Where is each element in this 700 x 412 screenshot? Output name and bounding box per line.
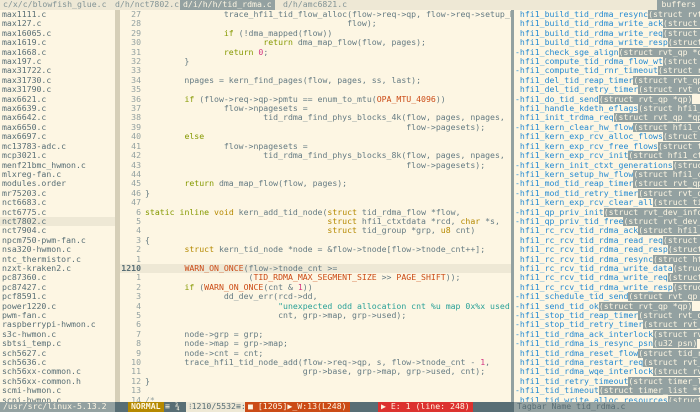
tag-entry[interactable]: -hfi1_kern_setup_hw_flow(struct hfi1_ct bbox=[514, 169, 700, 179]
tag-entry[interactable]: hfi1_rc_rcv_tid_rdma_read_resp(struct hf bbox=[514, 245, 700, 255]
code-line[interactable]: 43 flow->pagesets); bbox=[120, 159, 511, 170]
code-editor[interactable]: 27 trace_hfi1_tid_flow_alloc(flow->req->… bbox=[120, 10, 511, 402]
code-text: flow->pagesets); bbox=[145, 159, 486, 170]
line-number: 8 bbox=[136, 338, 141, 349]
tag-entry[interactable]: hfi1_compute_tid_rdma_flow_wt(struct rvt bbox=[514, 57, 700, 67]
tag-entry[interactable]: -hfi1_qp_priv_tid_free(struct rvt_dev_i bbox=[514, 216, 700, 226]
tag-entry[interactable]: -hfi1_kern_clear_hw_flow(struct hfi1_ct bbox=[514, 122, 700, 132]
tagbar-panel[interactable]: hfi1_build_tid_rdma_resync(struct rvt_qp… bbox=[514, 10, 700, 402]
tag-entry[interactable]: -hfi1_tid_rdma_ack_interlock(struct rvt_… bbox=[514, 329, 700, 339]
tag-entry[interactable]: hfi1_kern_exp_rcv_clear_all(struct tid_r bbox=[514, 198, 700, 208]
tag-entry[interactable]: hfi1_build_tid_rdma_write_ack(struct rvt… bbox=[514, 19, 700, 29]
code-line[interactable]: 5 cnt, grp->map, grp->used); bbox=[120, 310, 511, 320]
code-line[interactable]: 12} bbox=[120, 375, 511, 386]
code-text: npages = kern_find_pages(flow, pages, ss… bbox=[145, 74, 422, 85]
code-text: } bbox=[145, 375, 150, 386]
code-line[interactable]: 34 npages = kern_find_pages(flow, pages,… bbox=[120, 74, 511, 85]
tag-entry[interactable]: hfi1_rc_rcv_tid_rdma_resync(struct hfi1_ bbox=[514, 254, 700, 264]
tag-entry[interactable]: -hfi1_do_tid_send(struct rvt_qp *qp) bbox=[514, 94, 700, 104]
tag-entry[interactable]: hfi1_tid_retry_timeout(struct timer_lis bbox=[514, 376, 700, 386]
line-number: 6 bbox=[136, 206, 141, 217]
code-text: grp->base, grp->map, grp->used, cnt); bbox=[145, 366, 486, 377]
line-number: 1210 bbox=[121, 262, 141, 273]
code-text: } bbox=[145, 56, 190, 67]
tag-entry[interactable]: -hfi1_send_tid_ok(struct rvt_qp *qp) bbox=[514, 301, 700, 311]
tag-entry[interactable]: hfi1_handle_kdeth_eflags(struct hfi1_ct bbox=[514, 104, 700, 114]
line-number: 1 bbox=[136, 272, 141, 283]
tagbar-status: Tagbar Name tid_rdma.c bbox=[514, 402, 700, 412]
tag-entry[interactable]: hfi1_rc_rcv_tid_rdma_read_req(struct hfi bbox=[514, 235, 700, 245]
tag-entry[interactable]: hfi1_build_tid_rdma_resync(struct rvt_qp bbox=[514, 10, 700, 19]
tag-entry[interactable]: hfi1_del_tid_reap_timer(struct rvt_qp * bbox=[514, 75, 700, 85]
tag-entry[interactable]: hfi1_rc_rcv_tid_rdma_write_req(struct hf bbox=[514, 273, 700, 283]
tag-entry[interactable]: hfi1_build_tid_rdma_write_req(struct rvt… bbox=[514, 28, 700, 38]
tag-entry[interactable]: hfi1_rc_rcv_tid_rdma_ack(struct hfi1_p bbox=[514, 226, 700, 236]
line-number: 5 bbox=[136, 215, 141, 226]
tag-entry[interactable]: hfi1_tid_rdma_wqe_interlock(struct rvt_q bbox=[514, 367, 700, 377]
line-number: 47 bbox=[131, 197, 141, 208]
tag-entry[interactable]: -hfi1_stop_tid_reap_timer(struct rvt_qp bbox=[514, 311, 700, 320]
line-number: 7 bbox=[136, 328, 141, 339]
tag-entry[interactable]: -hfi1_check_sge_align(struct rvt_qp *qp bbox=[514, 47, 700, 57]
code-line[interactable]: 46} bbox=[120, 187, 511, 198]
cursor-position: ⁝1210/5532≡:8 bbox=[186, 402, 254, 412]
tag-entry[interactable]: hfi1_kern_exp_rcv_free_flows(struct tid_ bbox=[514, 141, 700, 151]
code-text: struct kern_tid_node *node = &flow->tnod… bbox=[184, 244, 486, 255]
tag-entry[interactable]: hfi1_tid_rdma_restart_req(struct rvt_qp bbox=[514, 358, 700, 368]
cwd-path: /usr/src/linux-5.13.2 bbox=[0, 402, 115, 412]
line-number: 2 bbox=[136, 244, 141, 255]
mode-indicator: NORMAL bbox=[128, 402, 164, 412]
line-number: 5 bbox=[136, 310, 141, 320]
line-number: 6 bbox=[136, 319, 141, 330]
tag-entry[interactable]: -hfi1_mod_tid_reap_timer(struct rvt_qp bbox=[514, 179, 700, 189]
tab-amc6821[interactable]: d/h/amc6821.c bbox=[280, 0, 350, 10]
line-number: 2 bbox=[136, 281, 141, 292]
tag-entry[interactable]: hfi1_kern_exp_rcv_alloc_flows(struct tid bbox=[514, 132, 700, 142]
tag-entry[interactable]: -hfi1_tid_rdma_is_resync_psn(u32 psn) bbox=[514, 339, 700, 349]
tab-blowfish-glue[interactable]: c/x/c/blowfish_glue.c bbox=[0, 0, 110, 10]
tag-entry[interactable]: -hfi1_mod_tid_retry_timer(struct rvt_qp bbox=[514, 188, 700, 198]
tag-entry[interactable]: hfi1_rc_rcv_tid_rdma_write_resp(struct h bbox=[514, 282, 700, 292]
line-number: 4 bbox=[136, 300, 141, 311]
file-explorer[interactable]: max1111.c max127.c max16065.c max1619.c max1… bbox=[0, 10, 115, 402]
tag-entry[interactable]: -hfi1_compute_tid_rnr_timeout(struct rvt bbox=[514, 66, 700, 76]
tab-nct7802[interactable]: d/h/nct7802.c bbox=[112, 0, 182, 10]
tag-entry[interactable]: -hfi1_stop_tid_retry_timer(struct rvt_q bbox=[514, 320, 700, 330]
code-line[interactable]: 32 } bbox=[120, 56, 511, 67]
line-number: 3 bbox=[136, 234, 141, 245]
tag-entry[interactable]: -hfi1_kern_init_ctxt_generations(struct … bbox=[514, 160, 700, 170]
tag-entry[interactable]: hfi1_rc_rcv_tid_rdma_write_data(struct h bbox=[514, 263, 700, 273]
code-text: /* bbox=[145, 394, 155, 402]
tag-entry[interactable]: -hfi1_tid_timeout(struct timer_list *t) bbox=[514, 386, 700, 396]
code-line[interactable]: 2 struct kern_tid_node *node = &flow->tn… bbox=[120, 244, 511, 255]
tag-entry[interactable]: hfi1_kern_exp_rcv_init(struct hfi1_ctxtd bbox=[514, 151, 700, 161]
line-number: 4 bbox=[136, 225, 141, 236]
buffers-label: buffers bbox=[657, 0, 700, 10]
tab-line: c/x/c/blowfish_glue.c d/h/nct7802.c d/i/… bbox=[0, 0, 700, 10]
status-line: /usr/src/linux-5.13.2 NORMAL ≡ ¾ ⁝1210/5… bbox=[0, 402, 700, 412]
code-text: cnt, grp->map, grp->used); bbox=[145, 310, 407, 320]
code-line[interactable]: 13 bbox=[120, 385, 511, 395]
code-line[interactable]: 4 struct tid_group *grp, u8 cnt) bbox=[120, 225, 511, 236]
code-text: return dma_map_flow(flow, pages); bbox=[184, 178, 348, 189]
tab-tid-rdma[interactable]: d/i/h/h/tid_rdma.c bbox=[180, 0, 275, 10]
tag-entry[interactable]: hfi1_tid_rdma_reset_flow(struct tid_rd bbox=[514, 348, 700, 358]
tag-entry[interactable]: hfi1_build_tid_rdma_write_resp(struct rv… bbox=[514, 38, 700, 48]
warning-indicator: ■ [1205]▶_W:13(L248) bbox=[245, 402, 350, 412]
tag-entry[interactable]: hfi1_init_trdma_req(struct rvt_qp *qp, bbox=[514, 113, 700, 123]
tag-entry[interactable]: -hfi1_schedule_tid_send(struct rvt_qp *q bbox=[514, 292, 700, 302]
code-line[interactable]: 45 return dma_map_flow(flow, pages); bbox=[120, 178, 511, 189]
readonly-indicator: ≡ ¾ bbox=[165, 402, 180, 411]
code-text: struct tid_group *grp, u8 cnt) bbox=[327, 225, 476, 236]
tag-entry[interactable]: -hfi1_qp_priv_init(struct rvt_dev_info bbox=[514, 207, 700, 217]
line-number: 3 bbox=[136, 291, 141, 302]
code-line[interactable]: 11 grp->base, grp->map, grp->used, cnt); bbox=[120, 366, 511, 377]
tag-entry[interactable]: hfi1_del_tid_retry_timer(struct rvt_qp bbox=[514, 85, 700, 95]
code-text: } bbox=[145, 187, 150, 198]
error-indicator: ▶ E: 1 (line: 248) bbox=[378, 402, 473, 412]
